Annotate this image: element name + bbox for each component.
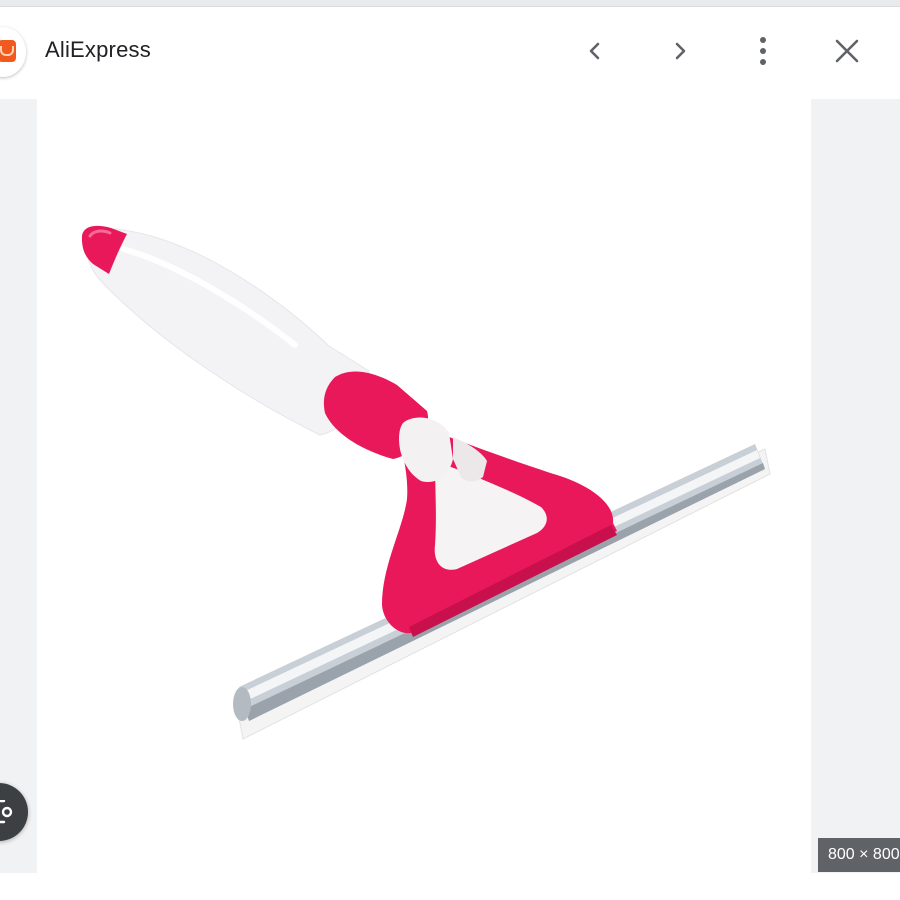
source-favicon[interactable] (0, 27, 26, 77)
right-panel-background (811, 99, 900, 873)
lens-search-icon (0, 800, 13, 824)
squeegee-image (81, 225, 771, 740)
more-vert-icon (760, 37, 766, 65)
previous-button[interactable] (575, 31, 615, 71)
viewer-header: AliExpress (0, 7, 900, 99)
top-divider (0, 0, 900, 7)
product-image[interactable] (37, 99, 811, 873)
image-dimensions-badge: 800 × 800 (818, 838, 900, 872)
close-icon (835, 39, 859, 63)
image-viewer-panel: AliExpress 800 × 800 (0, 0, 900, 900)
left-panel-background (0, 99, 37, 873)
aliexpress-logo-icon (0, 40, 16, 62)
source-title[interactable]: AliExpress (45, 37, 151, 63)
bottom-strip (0, 873, 900, 900)
close-button[interactable] (827, 31, 867, 71)
chevron-left-icon (589, 42, 600, 60)
more-options-button[interactable] (743, 31, 783, 71)
chevron-right-icon (675, 42, 686, 60)
next-button[interactable] (660, 31, 700, 71)
